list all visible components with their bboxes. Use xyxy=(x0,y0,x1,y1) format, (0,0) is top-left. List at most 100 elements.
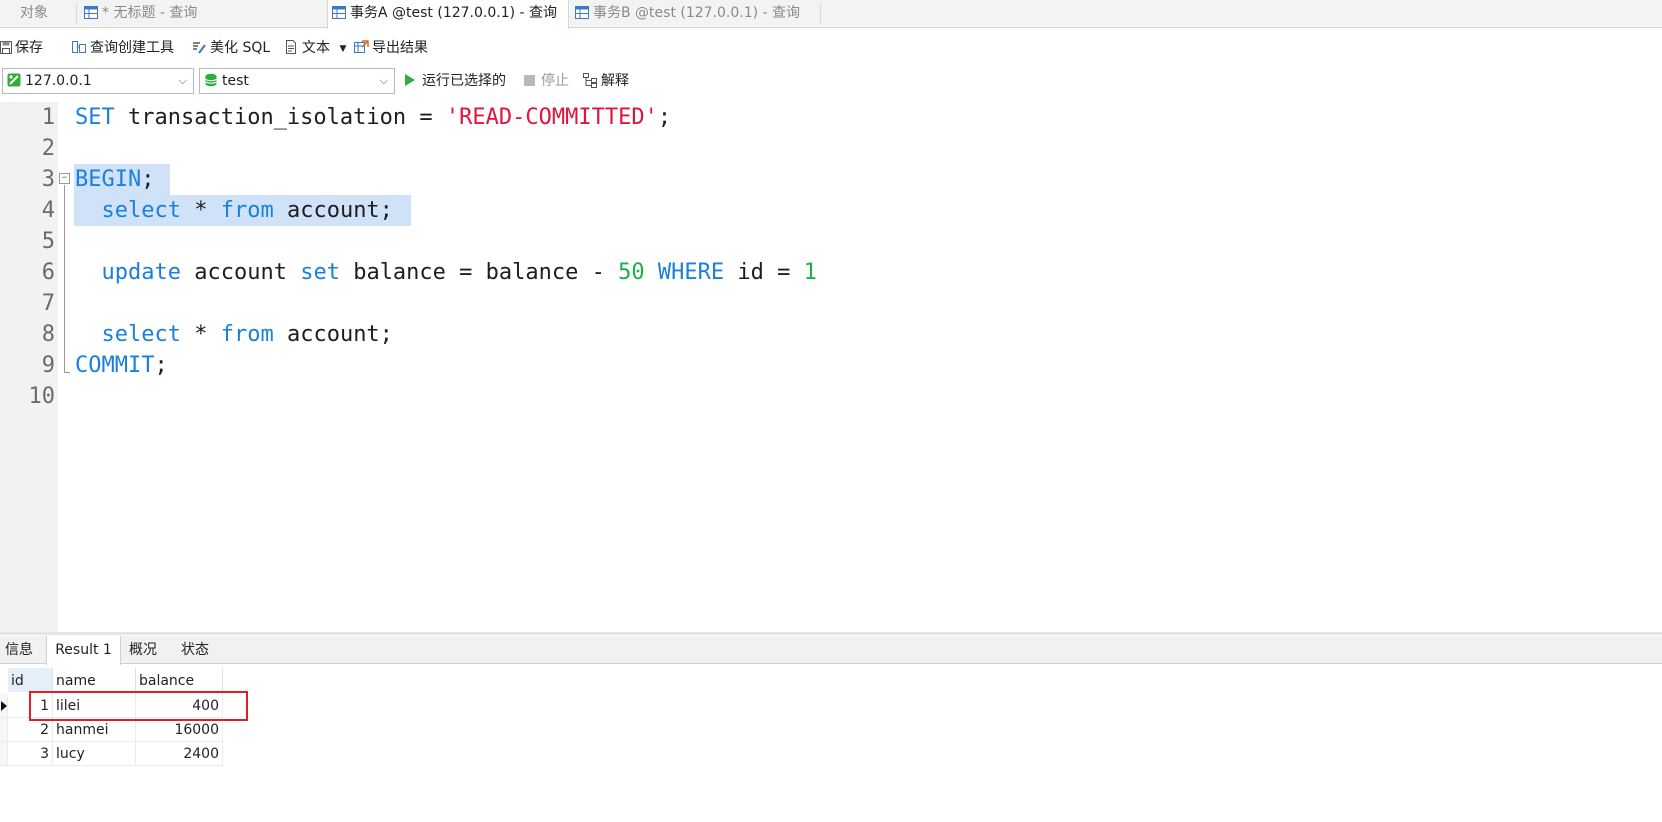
play-icon xyxy=(405,74,415,86)
table-cell[interactable]: lucy xyxy=(53,742,136,766)
tab-untitled-query[interactable]: * 无标题 - 查询 xyxy=(84,0,324,28)
line-number: 7 xyxy=(41,291,55,316)
result-tab-profile-label: 概况 xyxy=(129,642,157,658)
connection-value: 127.0.0.1 xyxy=(25,73,92,89)
stop-button[interactable]: 停止 xyxy=(524,68,569,94)
stop-label: 停止 xyxy=(541,73,569,89)
result-tab-result1[interactable]: Result 1 xyxy=(46,636,121,665)
result-tab-profile[interactable]: 概况 xyxy=(121,636,165,664)
explain-button[interactable]: 解释 xyxy=(582,68,629,94)
sql-editor[interactable]: − 1 2 3 4 5 6 7 8 9 10 SET transaction_isolation … xyxy=(0,102,1662,632)
sql-text: id = xyxy=(724,260,804,285)
sql-text: * xyxy=(180,198,221,223)
tab-transaction-b[interactable]: 事务B @test (127.0.0.1) - 查询 xyxy=(575,0,820,28)
sql-keyword: COMMIT xyxy=(75,353,155,378)
line-number: 2 xyxy=(41,136,55,161)
text-dropdown-button[interactable]: 文本 ▼ xyxy=(283,33,346,63)
beautify-brush-icon xyxy=(191,36,207,54)
fold-collapse-icon[interactable]: − xyxy=(59,173,70,184)
code-line[interactable]: BEGIN; xyxy=(75,164,154,195)
sql-number: 1 xyxy=(803,260,817,285)
line-number: 1 xyxy=(41,105,55,130)
connection-bar: 127.0.0.1 ⌵ test ⌵ 运行已选择的 停止 解释 xyxy=(0,67,1662,97)
row-indicator[interactable] xyxy=(0,694,8,718)
code-line[interactable]: COMMIT; xyxy=(75,350,168,381)
result-tab-bar: 信息 Result 1 概况 状态 xyxy=(0,636,1662,665)
sql-keyword: WHERE xyxy=(657,260,725,285)
table-cell[interactable]: 16000 xyxy=(136,718,223,742)
sql-text: transaction_isolation = xyxy=(114,105,446,130)
export-results-label: 导出结果 xyxy=(372,40,428,56)
sql-text: ; xyxy=(154,353,168,378)
column-header-balance[interactable]: balance xyxy=(136,668,223,692)
sql-keyword: update xyxy=(101,260,181,285)
sql-keyword: SET xyxy=(75,105,115,130)
row-indicator[interactable] xyxy=(0,718,8,742)
query-table-icon xyxy=(84,2,98,19)
column-header-name[interactable]: name xyxy=(53,668,136,692)
code-line[interactable]: select * from account; xyxy=(75,195,393,226)
sql-text: account; xyxy=(273,198,393,223)
column-header-label: id xyxy=(11,673,24,689)
caret-down-icon: ▼ xyxy=(339,44,347,54)
fold-guide-line xyxy=(64,185,65,372)
connection-select[interactable]: 127.0.0.1 ⌵ xyxy=(2,68,194,94)
text-label: 文本 xyxy=(302,40,330,56)
run-selected-button[interactable]: 运行已选择的 xyxy=(405,68,506,94)
sql-number: 50 xyxy=(618,260,645,285)
connection-icon xyxy=(7,71,21,87)
line-number: 4 xyxy=(41,198,55,223)
sql-text: account; xyxy=(273,322,393,347)
chevron-down-icon: ⌵ xyxy=(379,74,388,87)
tab-transaction-a-label: 事务A @test (127.0.0.1) - 查询 xyxy=(350,5,558,21)
tab-transaction-a[interactable]: 事务A @test (127.0.0.1) - 查询 xyxy=(327,0,569,29)
result-tab-status[interactable]: 状态 xyxy=(173,636,217,664)
current-row-arrow-icon xyxy=(1,701,7,711)
sql-text: account xyxy=(180,260,301,285)
sql-keyword: from xyxy=(220,198,274,223)
sql-keyword: select xyxy=(101,322,181,347)
tab-untitled-label: * 无标题 - 查询 xyxy=(102,5,198,21)
column-header-id[interactable]: id xyxy=(8,668,53,692)
result-tab-result1-label: Result 1 xyxy=(55,642,112,658)
sql-string: 'READ-COMMITTED' xyxy=(445,105,658,130)
annotation-highlight-box xyxy=(29,691,248,721)
pane-splitter[interactable] xyxy=(0,632,1662,635)
table-cell[interactable]: 2 xyxy=(8,718,53,742)
database-icon xyxy=(204,71,218,87)
code-line[interactable]: SET transaction_isolation = 'READ-COMMIT… xyxy=(75,102,671,133)
result-tab-info[interactable]: 信息 xyxy=(0,636,38,664)
line-number: 10 xyxy=(28,384,56,409)
query-builder-label: 查询创建工具 xyxy=(90,40,174,56)
fold-guide-end xyxy=(64,372,70,373)
tab-objects-label: 对象 xyxy=(20,5,48,21)
code-line[interactable]: update account set balance = balance - 5… xyxy=(75,257,817,288)
row-indicator[interactable] xyxy=(0,742,8,766)
tab-divider xyxy=(820,4,821,24)
line-number: 5 xyxy=(41,229,55,254)
code-line[interactable]: select * from account; xyxy=(75,319,393,350)
query-builder-button[interactable]: 查询创建工具 xyxy=(71,33,174,63)
table-cell[interactable]: 3 xyxy=(8,742,53,766)
sql-keyword: from xyxy=(220,322,274,347)
sql-text: ; xyxy=(141,167,155,192)
tab-objects[interactable]: 对象 xyxy=(20,0,74,28)
query-toolbar: 保存 查询创建工具 美化 SQL 文本 ▼ 导出结果 xyxy=(0,33,1662,63)
table-cell[interactable]: 2400 xyxy=(136,742,223,766)
beautify-sql-label: 美化 SQL xyxy=(210,40,271,56)
column-header-label: name xyxy=(56,673,96,689)
query-builder-icon xyxy=(71,36,87,53)
save-label: 保存 xyxy=(15,40,43,56)
export-results-button[interactable]: 导出结果 xyxy=(353,33,428,63)
explain-tree-icon xyxy=(582,71,598,97)
sql-keyword: set xyxy=(300,260,340,285)
line-number: 3 xyxy=(41,167,55,192)
beautify-sql-button[interactable]: 美化 SQL xyxy=(191,33,270,63)
save-button[interactable]: 保存 xyxy=(0,33,43,63)
tab-transaction-b-label: 事务B @test (127.0.0.1) - 查询 xyxy=(593,5,801,21)
table-cell[interactable]: hanmei xyxy=(53,718,136,742)
database-select[interactable]: test ⌵ xyxy=(199,68,395,94)
column-header-label: balance xyxy=(139,673,195,689)
